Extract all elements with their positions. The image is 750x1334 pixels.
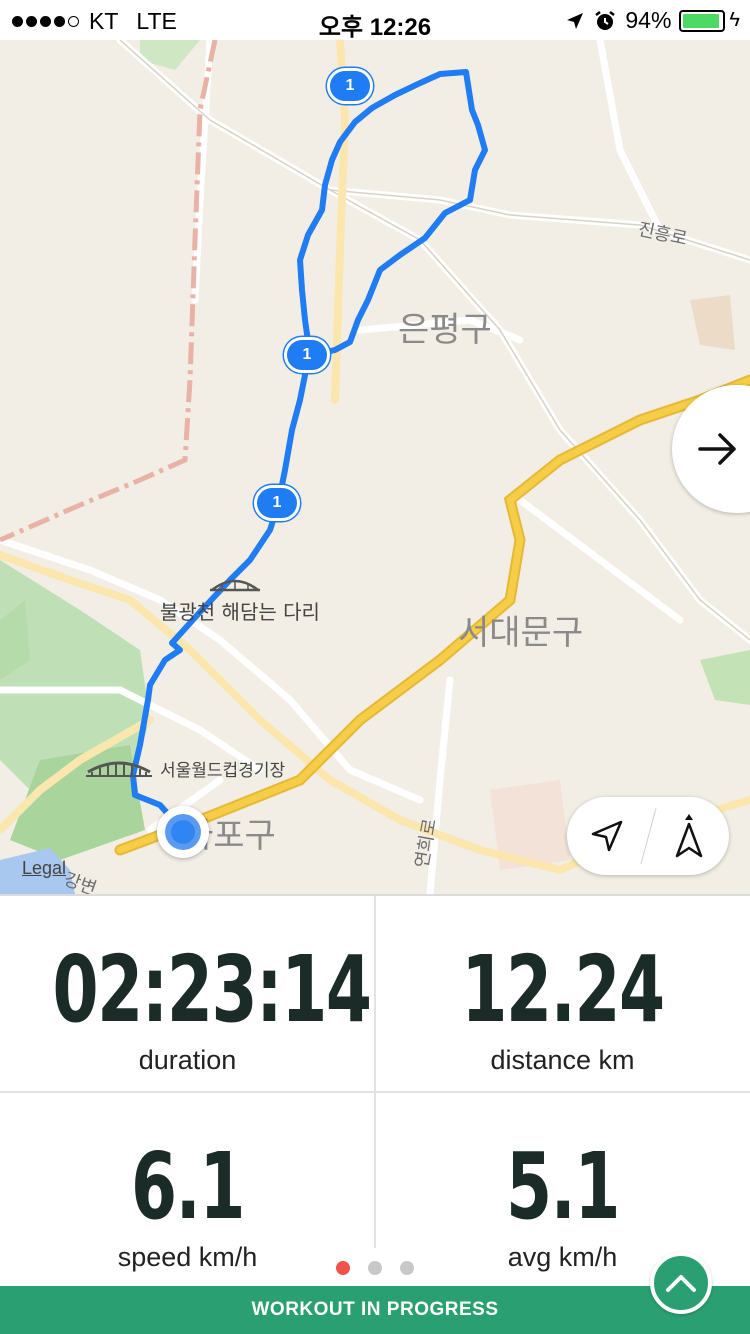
stadium-icon — [86, 761, 152, 777]
duration-label: duration — [138, 1045, 237, 1075]
current-location-marker — [157, 806, 209, 858]
page-indicator[interactable] — [0, 1261, 750, 1275]
duration-value: 02:23:14 — [52, 936, 372, 1043]
battery-percent: 94% — [625, 7, 672, 33]
split-marker-3[interactable]: 1 — [254, 485, 300, 521]
location-arrow-icon — [567, 12, 584, 29]
compass-north-icon — [675, 814, 702, 858]
avg-speed-value: 5.1 — [505, 1133, 620, 1240]
status-right: 94% ϟ — [565, 7, 740, 34]
map-label-bridge: 불광천 해담는 다리 — [160, 600, 320, 624]
compass-north-button[interactable] — [649, 797, 730, 875]
split-marker-2[interactable]: 1 — [284, 337, 330, 373]
workout-stats-panel: 02:23:14 duration 12.24 distance km 6.1 … — [0, 894, 750, 1286]
arrow-right-icon — [698, 433, 736, 465]
distance-value: 12.24 — [461, 936, 665, 1043]
speed-value: 6.1 — [130, 1133, 245, 1240]
stat-distance: 12.24 distance km — [375, 936, 750, 1076]
page-dot[interactable] — [400, 1261, 414, 1275]
stat-speed: 6.1 speed km/h — [0, 1133, 375, 1273]
page-dot[interactable] — [368, 1261, 382, 1275]
map-label-eunpyeong: 은평구 — [398, 310, 492, 350]
page-dot[interactable] — [336, 1261, 350, 1275]
stats-horizontal-divider — [0, 1091, 750, 1093]
chevron-up-icon — [666, 1275, 696, 1292]
workout-status-bar[interactable]: WORKOUT IN PROGRESS — [0, 1286, 750, 1334]
map-label-stadium: 서울월드컵경기장 — [160, 761, 286, 781]
alarm-clock-icon — [595, 10, 616, 30]
workout-status-label: WORKOUT IN PROGRESS — [251, 1299, 499, 1320]
location-arrow-outline-icon — [592, 820, 623, 852]
status-bar: KT LTE 오후 12:26 94% ϟ — [0, 0, 750, 41]
stat-duration: 02:23:14 duration — [0, 936, 375, 1076]
bridge-icon — [210, 579, 260, 592]
distance-label: distance km — [490, 1045, 635, 1075]
workout-map[interactable]: 은평구 서대문구 마포구 진흥로 연희로 강변 불광천 해담는 다리 서울월드컵… — [0, 40, 750, 894]
battery-icon — [679, 9, 726, 32]
split-marker-1[interactable]: 1 — [327, 68, 373, 104]
expand-button[interactable] — [650, 1252, 712, 1314]
locate-me-button[interactable] — [567, 797, 648, 875]
map-controls — [567, 797, 729, 875]
legal-link[interactable]: Legal — [22, 858, 66, 879]
map-label-seodaemun: 서대문구 — [458, 613, 584, 653]
stat-avg-speed: 5.1 avg km/h — [375, 1133, 750, 1273]
charging-bolt-icon: ϟ — [729, 9, 740, 31]
